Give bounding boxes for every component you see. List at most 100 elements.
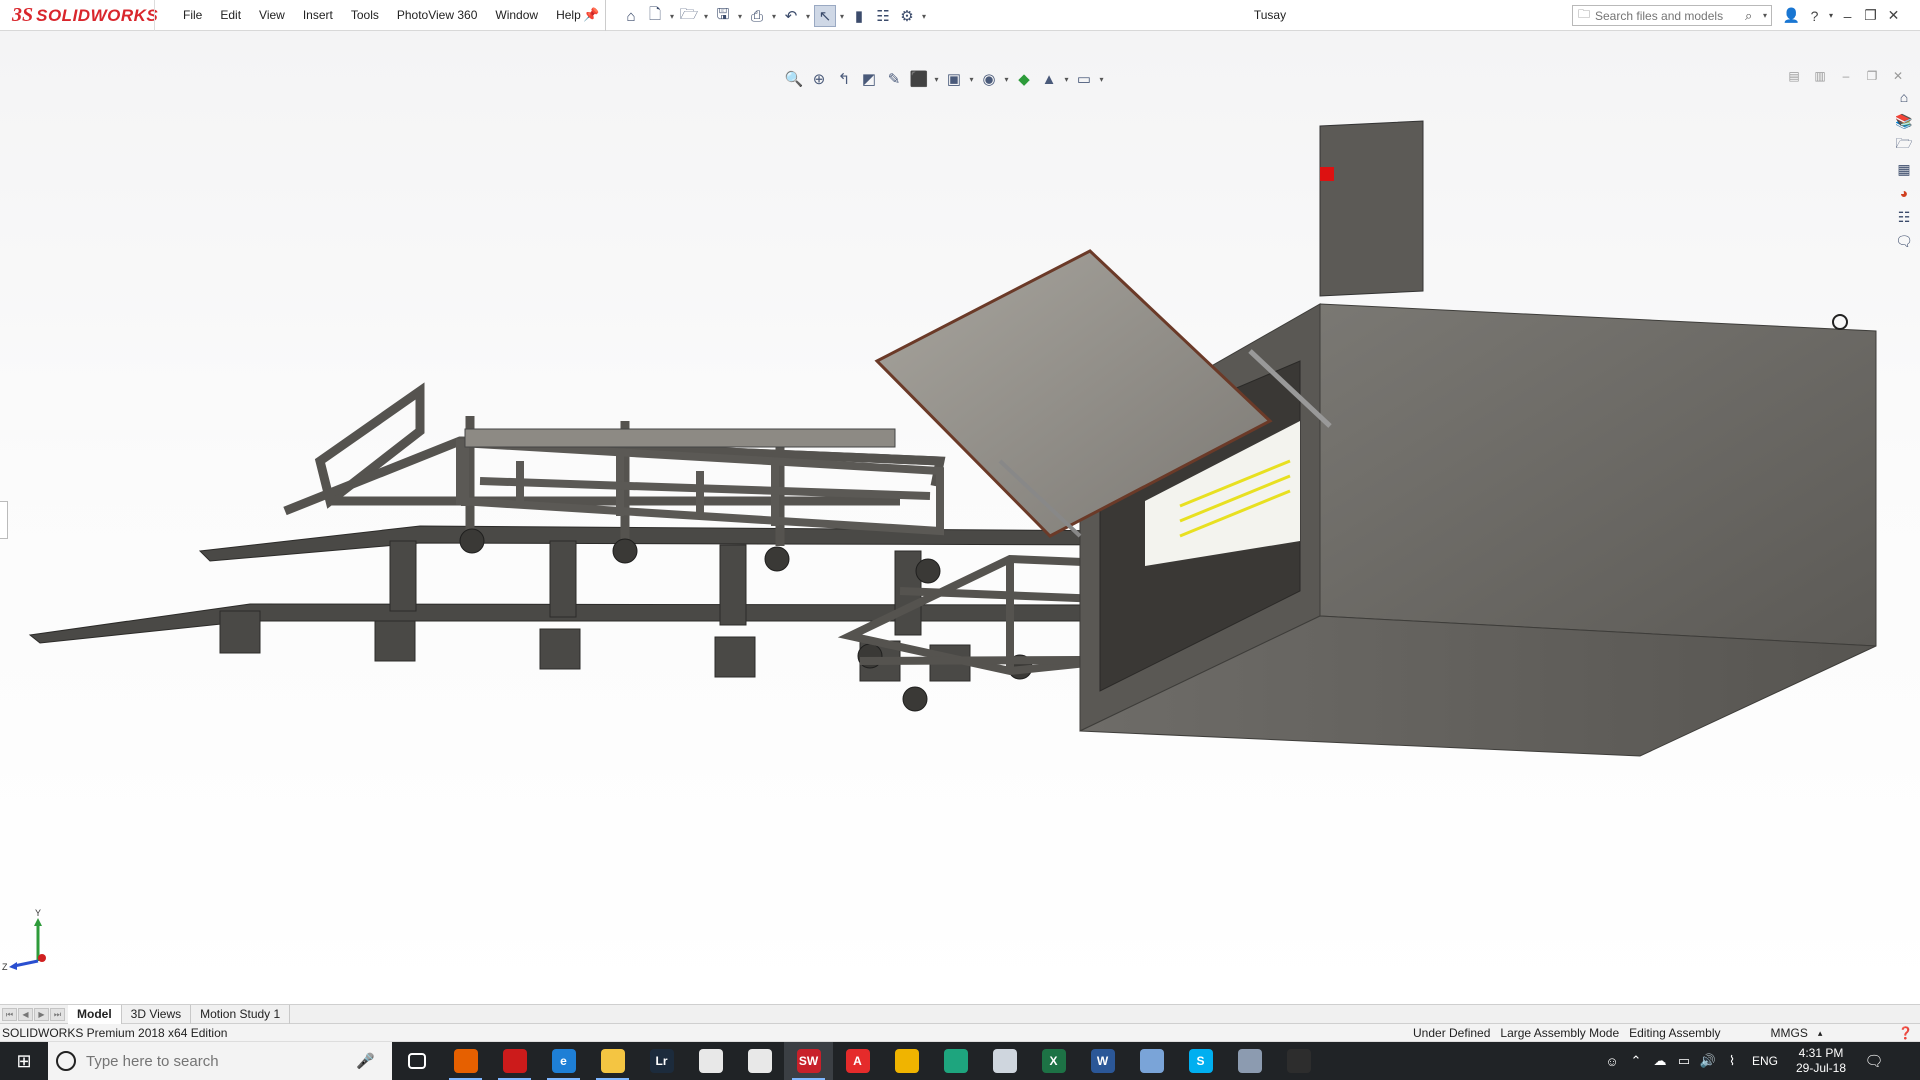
pin-menu-icon[interactable]: 📌	[583, 7, 599, 23]
battery-icon[interactable]: ▭	[1672, 1053, 1696, 1069]
dynamic-annotation-icon[interactable]: ✎	[882, 68, 906, 90]
chevron-down-icon[interactable]: ▾	[932, 75, 941, 84]
file-explorer-icon[interactable]: 🗁	[1893, 134, 1915, 156]
chevron-down-icon[interactable]: ▾	[1097, 75, 1106, 84]
chevron-down-icon[interactable]: ▾	[920, 12, 928, 21]
chevron-up-icon[interactable]: ⌃	[1624, 1053, 1648, 1069]
restore-icon[interactable]: ❐	[1862, 69, 1882, 83]
taskbar-app[interactable]	[1225, 1042, 1274, 1080]
zoom-to-area-icon[interactable]: ⊕	[807, 68, 831, 90]
taskbar-app[interactable]: X	[1029, 1042, 1078, 1080]
language-indicator[interactable]: ENG	[1744, 1054, 1786, 1068]
action-center-icon[interactable]: 🗨	[1856, 1052, 1892, 1070]
taskbar-app[interactable]	[980, 1042, 1029, 1080]
last-tab-icon[interactable]: ⏭	[50, 1008, 65, 1021]
quick-tips-icon[interactable]: ❓	[1898, 1026, 1913, 1040]
apply-scene-icon[interactable]: ▲	[1037, 68, 1061, 90]
chevron-up-icon[interactable]: ▴	[1813, 1028, 1828, 1039]
view-orientation-icon[interactable]: ⬛	[907, 68, 931, 90]
taskbar-app[interactable]	[490, 1042, 539, 1080]
options-icon[interactable]: ⚙	[896, 5, 918, 27]
solidworks-logo[interactable]: 3S SOLIDWORKS	[12, 2, 158, 29]
taskbar-app[interactable]	[686, 1042, 735, 1080]
feature-manager-collapse-handle[interactable]	[0, 501, 8, 539]
chevron-down-icon[interactable]: ▾	[1763, 11, 1767, 20]
new-document-icon[interactable]: 🗋	[644, 5, 666, 27]
close-icon[interactable]: ✕	[1882, 7, 1905, 24]
taskbar-app[interactable]	[931, 1042, 980, 1080]
units-selector[interactable]: MMGS	[1766, 1026, 1813, 1040]
zoom-to-fit-icon[interactable]: 🔍	[782, 68, 806, 90]
display-style-icon[interactable]: ▣	[942, 68, 966, 90]
home-icon[interactable]: ⌂	[620, 5, 642, 27]
tile-left-icon[interactable]: ▤	[1784, 69, 1804, 83]
taskbar-app[interactable]: Lr	[637, 1042, 686, 1080]
taskbar-app[interactable]	[392, 1042, 441, 1080]
taskbar-search[interactable]: 🎤	[48, 1042, 392, 1080]
tab-model[interactable]: Model	[68, 1005, 122, 1024]
taskbar-app[interactable]	[735, 1042, 784, 1080]
wifi-icon[interactable]: ⌇	[1720, 1053, 1744, 1069]
chevron-down-icon[interactable]: ▾	[1002, 75, 1011, 84]
menu-edit[interactable]: Edit	[211, 0, 250, 31]
chevron-down-icon[interactable]: ▾	[668, 12, 676, 21]
taskbar-app[interactable]: SW	[784, 1042, 833, 1080]
close-icon[interactable]: ✕	[1888, 69, 1908, 83]
menu-file[interactable]: File	[174, 0, 211, 31]
taskbar-app[interactable]: W	[1078, 1042, 1127, 1080]
forum-icon[interactable]: 🗨	[1893, 230, 1915, 252]
assembly-model[interactable]	[0, 31, 1920, 1004]
search-icon[interactable]: ⌕	[1745, 8, 1763, 24]
taskbar-app[interactable]: S	[1176, 1042, 1225, 1080]
first-tab-icon[interactable]: ⏮	[2, 1008, 17, 1021]
tab-3d-views[interactable]: 3D Views	[122, 1005, 192, 1024]
chevron-down-icon[interactable]: ▾	[1062, 75, 1071, 84]
edit-appearance-icon[interactable]: ◆	[1012, 68, 1036, 90]
network-cloud-icon[interactable]: ☁	[1648, 1053, 1672, 1069]
windows-start-icon[interactable]: ⊞	[0, 1042, 48, 1080]
appearances-icon[interactable]: ◕	[1893, 182, 1915, 204]
section-view-icon[interactable]: ◩	[857, 68, 881, 90]
people-icon[interactable]: ☺	[1600, 1054, 1624, 1069]
view-palette-icon[interactable]: ▦	[1893, 158, 1915, 180]
menu-tools[interactable]: Tools	[342, 0, 388, 31]
tile-right-icon[interactable]: ▥	[1810, 69, 1830, 83]
minimize-icon[interactable]: –	[1836, 8, 1859, 24]
chevron-down-icon[interactable]: ▾	[967, 75, 976, 84]
graphics-area[interactable]: 🔍 ⊕ ↰ ◩ ✎ ⬛ ▾ ▣ ▾ ◉ ▾ ◆ ▲ ▾ ▭ ▾ ▤ ▥ – ❐ …	[0, 31, 1920, 1004]
taskbar-app[interactable]	[1274, 1042, 1323, 1080]
taskbar-app[interactable]: A	[833, 1042, 882, 1080]
open-icon[interactable]: 🗁	[678, 5, 700, 27]
menu-insert[interactable]: Insert	[294, 0, 342, 31]
taskbar-app[interactable]	[588, 1042, 637, 1080]
minimize-icon[interactable]: –	[1836, 69, 1856, 83]
microphone-icon[interactable]: 🎤	[356, 1052, 375, 1070]
save-icon[interactable]: 🖫	[712, 5, 734, 27]
search-input[interactable]	[1595, 8, 1745, 23]
undo-icon[interactable]: ↶	[780, 5, 802, 27]
chevron-down-icon[interactable]: ▾	[838, 12, 846, 21]
user-icon[interactable]: 👤	[1780, 7, 1803, 24]
menu-view[interactable]: View	[250, 0, 294, 31]
chevron-down-icon[interactable]: ▾	[736, 12, 744, 21]
restore-icon[interactable]: ❐	[1859, 7, 1882, 24]
next-tab-icon[interactable]: ▶	[34, 1008, 49, 1021]
view-settings-icon[interactable]: ▭	[1072, 68, 1096, 90]
previous-view-icon[interactable]: ↰	[832, 68, 856, 90]
file-properties-icon[interactable]: ☷	[872, 5, 894, 27]
hide-show-icon[interactable]: ◉	[977, 68, 1001, 90]
solidworks-resources-icon[interactable]: ⌂	[1893, 86, 1915, 108]
chevron-down-icon[interactable]: ▾	[770, 12, 778, 21]
prev-tab-icon[interactable]: ◀	[18, 1008, 33, 1021]
menu-photoview[interactable]: PhotoView 360	[388, 0, 487, 31]
custom-properties-icon[interactable]: ☷	[1893, 206, 1915, 228]
help-icon[interactable]: ?	[1803, 8, 1826, 24]
taskbar-app[interactable]: e	[539, 1042, 588, 1080]
taskbar-app[interactable]	[441, 1042, 490, 1080]
search-box[interactable]: 🗀 ⌕ ▾	[1572, 5, 1772, 26]
chevron-down-icon[interactable]: ▾	[1826, 11, 1836, 20]
tab-motion-study[interactable]: Motion Study 1	[191, 1005, 291, 1024]
clock[interactable]: 4:31 PM 29-Jul-18	[1786, 1046, 1856, 1076]
rebuild-icon[interactable]: ▮	[848, 5, 870, 27]
print-icon[interactable]: ⎙	[746, 5, 768, 27]
